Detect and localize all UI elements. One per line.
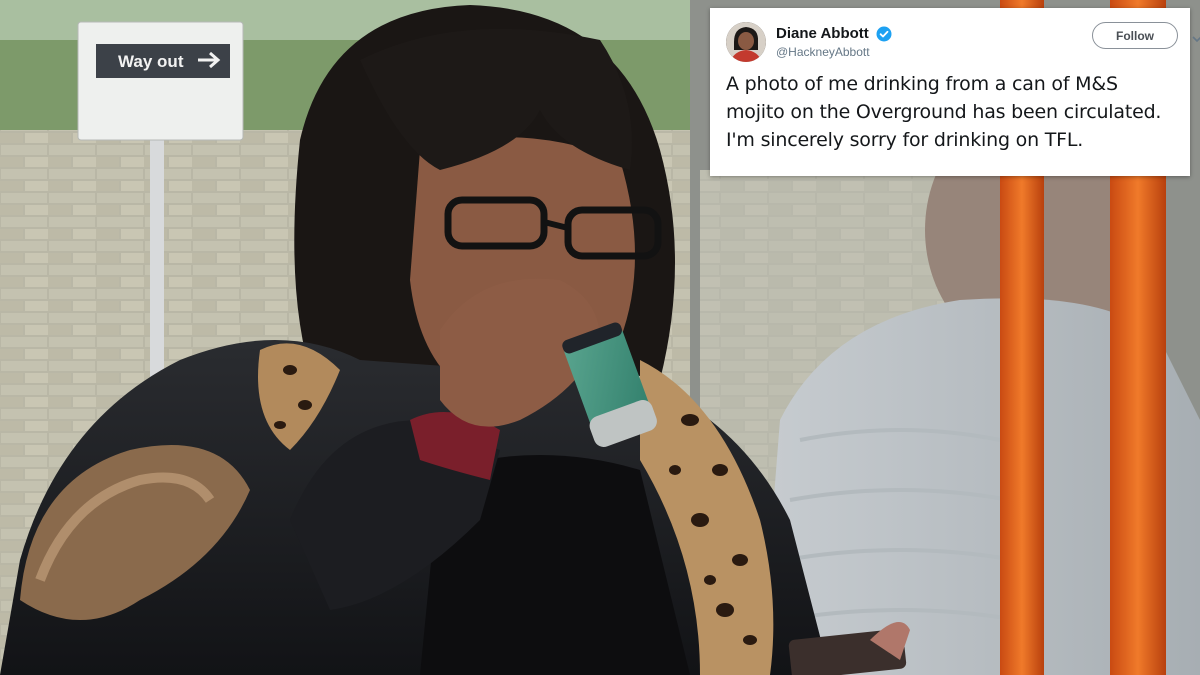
- way-out-sign-text: Way out: [118, 52, 184, 71]
- user-handle[interactable]: @HackneyAbbott: [776, 45, 892, 59]
- tweet-header: Diane Abbott @HackneyAbbott Follow: [726, 20, 1200, 64]
- chevron-down-icon[interactable]: [1192, 34, 1200, 44]
- tweet-text: A photo of me drinking from a can of M&S…: [726, 73, 1162, 151]
- follow-button[interactable]: Follow: [1092, 22, 1178, 49]
- verified-badge-icon: [876, 26, 892, 42]
- tweet-author: Diane Abbott @HackneyAbbott: [776, 25, 892, 59]
- way-out-sign: Way out: [77, 21, 244, 141]
- display-name[interactable]: Diane Abbott: [776, 25, 869, 42]
- avatar-image: [726, 22, 766, 62]
- tweet-card: Diane Abbott @HackneyAbbott Follow A pho…: [710, 8, 1200, 176]
- avatar[interactable]: [726, 22, 766, 62]
